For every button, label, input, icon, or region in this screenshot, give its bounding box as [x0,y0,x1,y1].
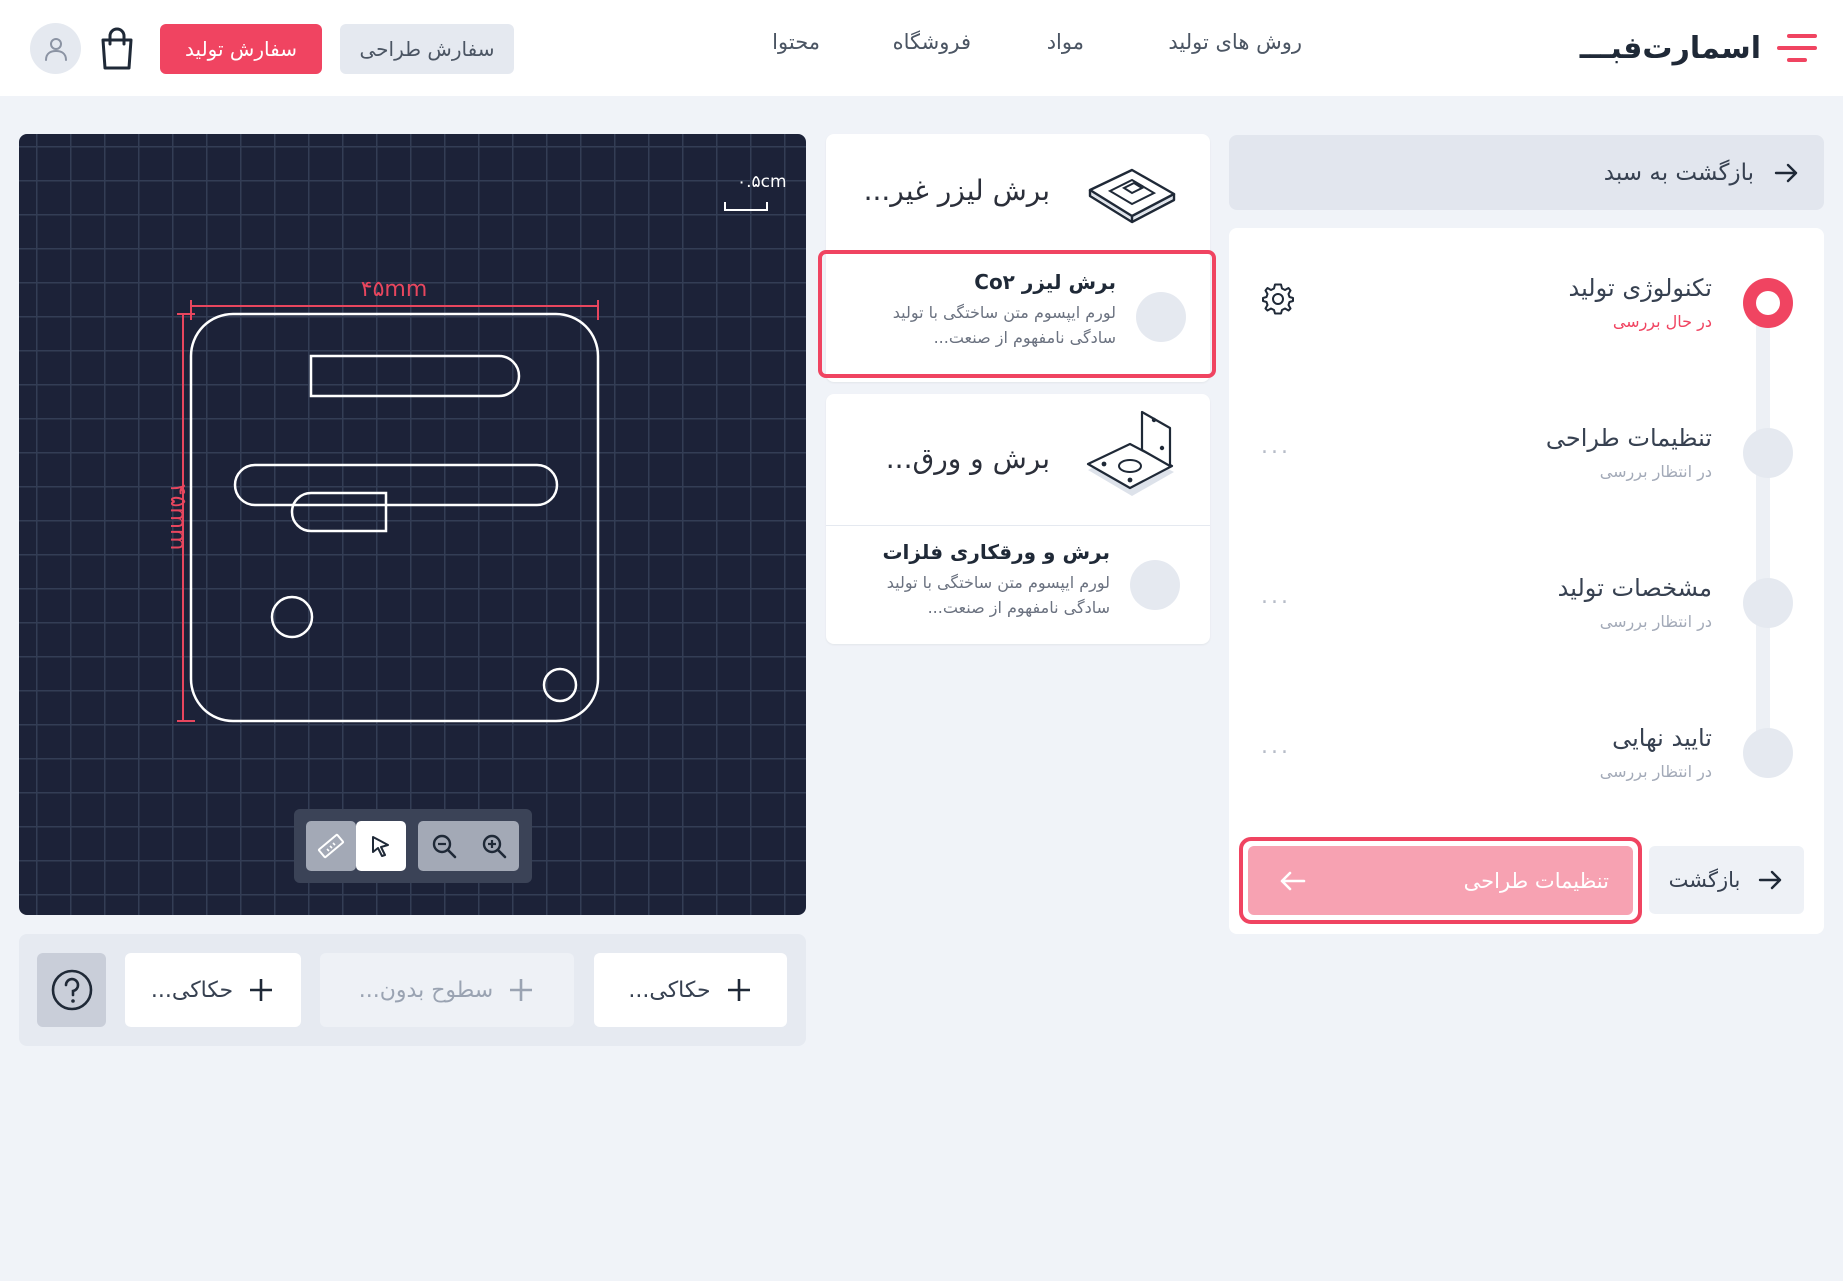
back-to-cart-button[interactable]: بازگشت به سبد [1229,135,1824,210]
arrow-right-icon [1774,163,1798,182]
user-icon [44,37,67,61]
step-title: تایید نهایی [1612,724,1712,752]
production-order-button[interactable]: سفارش تولید [160,24,322,74]
option-radio[interactable] [1136,292,1186,342]
step-indicator [1743,578,1793,628]
sheet-metal-bracket-icon [1086,410,1174,496]
technology-card-laser: برش لیزر غیر... برش لیزر Co۲ لورم ایپسوم… [818,134,1216,382]
card-title: برش لیزر غیر... [863,174,1050,207]
step-status: در انتظار بررسی [1599,462,1712,481]
logo-text: اسمارت‌فبـــ [1579,30,1761,66]
back-button[interactable]: بازگشت [1649,846,1804,914]
option-title: برش لیزر Co۲ [974,270,1116,294]
zoom-in-icon[interactable] [479,831,509,861]
next-step-label: تنظیمات طراحی [1463,868,1609,893]
height-label: ۴۵mm [165,484,190,551]
next-step-button[interactable]: تنظیمات طراحی [1248,846,1633,915]
step-status: در حال بررسی [1612,312,1712,331]
width-dimension [190,300,599,320]
step-status: در انتظار بررسی [1599,612,1712,631]
card-header[interactable]: برش و ورق... [826,394,1210,526]
plus-icon [727,979,750,1001]
nav-shop[interactable]: فروشگاه [893,30,971,62]
slot-3 [290,491,388,533]
step-title: تکنولوژی تولید [1568,274,1712,302]
add-engraving-chip-left[interactable]: حکاکی... [125,953,301,1027]
back-label: بازگشت [1668,868,1741,892]
step-more-dots: ... [1261,584,1291,609]
header: اسمارت‌فبـــ روش های تولید مواد فروشگاه … [0,0,1843,96]
user-avatar[interactable] [30,23,81,74]
logo-icon [1777,34,1817,62]
step-more-dots: ... [1261,434,1291,459]
chip-label: حکاکی... [150,977,234,1003]
feature-toolbar: حکاکی... سطوح بدون... حکاکی... [19,934,806,1046]
ruler-icon [318,833,344,859]
back-to-cart-label: بازگشت به سبد [1603,159,1754,186]
step-title: مشخصات تولید [1557,574,1712,602]
nav-content[interactable]: محتوا [772,30,820,62]
nav-production-methods[interactable]: روش های تولید [1168,30,1302,62]
ruler-tool[interactable] [306,821,356,871]
shopping-bag-icon[interactable] [98,26,136,72]
technology-card-sheet-metal: برش و ورق... برش و ورقکاری فلزات لورم ای… [826,394,1210,644]
option-description: لورم ایپسوم متن ساختگی با تولید سادگی نا… [886,573,1110,617]
order-steps-panel: تکنولوژی تولید در حال بررسی تنظیمات طراح… [1229,228,1824,934]
slot-2 [233,463,559,507]
zoom-group [418,821,519,871]
add-engraving-chip-right[interactable]: حکاکی... [594,953,787,1027]
step-indicator [1743,728,1793,778]
option-sheet-metal[interactable]: برش و ورقکاری فلزات لورم ایپسوم متن ساخت… [826,526,1210,644]
step-indicator-active [1743,278,1793,328]
hole-2 [542,667,578,703]
step-title: تنظیمات طراحی [1545,424,1712,452]
logo[interactable]: اسمارت‌فبـــ [1580,22,1817,74]
plus-icon [510,979,533,1001]
option-description: لورم ایپسوم متن ساختگی با تولید سادگی نا… [892,303,1116,347]
card-title: برش و ورق... [885,442,1050,475]
pointer-tool[interactable] [356,821,406,871]
part-outline [189,312,600,723]
plus-icon [250,979,273,1001]
step-more-dots: ... [1261,734,1291,759]
step-status: در انتظار بررسی [1599,762,1712,781]
arrow-left-icon [1280,871,1306,890]
card-header[interactable]: برش لیزر غیر... [826,134,1210,246]
option-radio[interactable] [1130,560,1180,610]
help-button[interactable] [37,953,106,1027]
scale-bar [724,202,768,211]
zoom-out-icon[interactable] [429,831,459,861]
design-order-button[interactable]: سفارش طراحی [340,24,514,74]
next-step-highlight: تنظیمات طراحی [1239,837,1642,924]
option-co2-laser[interactable]: برش لیزر Co۲ لورم ایپسوم متن ساختگی با ت… [818,250,1216,378]
width-label: ۴۵mm [361,277,428,302]
design-canvas[interactable]: ۴۵mm ۴۵mm ۰.۵cm [19,134,806,915]
laser-machine-icon [1088,168,1176,224]
option-title: برش و ورقکاری فلزات [882,540,1110,564]
canvas-toolbar [294,809,532,883]
chip-label: حکاکی... [628,977,711,1003]
scale-label: ۰.۵cm [737,172,787,192]
arrow-right-icon [1759,870,1782,890]
hole-1 [270,595,314,639]
step-indicator [1743,428,1793,478]
pointer-icon [372,836,389,857]
nav-materials[interactable]: مواد [1047,30,1084,62]
chip-label: سطوح بدون... [358,977,494,1003]
add-flat-surfaces-chip[interactable]: سطوح بدون... [320,953,574,1027]
help-icon [51,969,92,1011]
part-drawing: ۴۵mm ۴۵mm [165,202,768,723]
steps-track [1756,300,1770,760]
gear-icon[interactable] [1261,282,1295,316]
slot-1 [309,354,521,398]
